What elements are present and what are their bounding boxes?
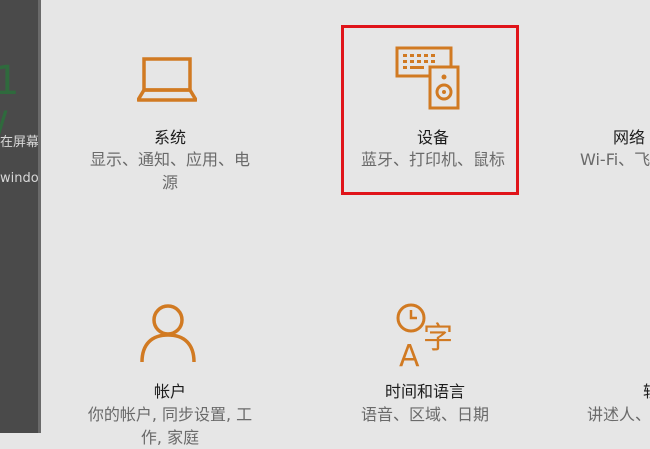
left-background-panel: 1 / 在屏幕 windo (0, 0, 38, 433)
tile-description-cont: 源 (161, 173, 178, 192)
tile-system[interactable]: 系统 显示、通知、应用、电 源 (70, 0, 270, 215)
tile-time-language[interactable]: A 字 时间和语言 语音、区域、日期 (340, 290, 510, 433)
tile-description: 讲述人、 (587, 405, 650, 424)
tile-title: 系统 (153, 128, 186, 147)
panel-divider (38, 0, 41, 433)
laptop-icon (137, 57, 197, 102)
selection-highlight-box (341, 25, 519, 195)
left-panel-line1: 在屏幕 (0, 135, 38, 150)
tile-description: Wi-Fi、飞 (580, 150, 650, 169)
svg-text:字: 字 (423, 321, 453, 356)
tile-ease-of-access[interactable]: 轻 讲述人、 (585, 290, 650, 433)
person-icon (140, 304, 196, 363)
tile-title: 时间和语言 (384, 382, 465, 401)
time-language-icon: A 字 (396, 303, 453, 368)
tile-title: 帐户 (153, 382, 186, 401)
tile-title: 网络 (613, 128, 646, 147)
tile-title: 轻 (643, 378, 650, 402)
tile-description: 显示、通知、应用、电 (89, 150, 250, 169)
left-panel-line2: windo (0, 171, 38, 186)
tile-accounts[interactable]: 帐户 你的帐户, 同步设置, 工 作, 家庭 (65, 290, 275, 447)
tile-description: 语音、区域、日期 (360, 405, 489, 424)
tile-description-cont: 作, 家庭 (140, 428, 200, 447)
tile-description: 你的帐户, 同步设置, 工 (87, 405, 253, 424)
tile-network[interactable]: 网络 Wi-Fi、飞 (575, 0, 650, 215)
svg-text:A: A (399, 339, 420, 368)
